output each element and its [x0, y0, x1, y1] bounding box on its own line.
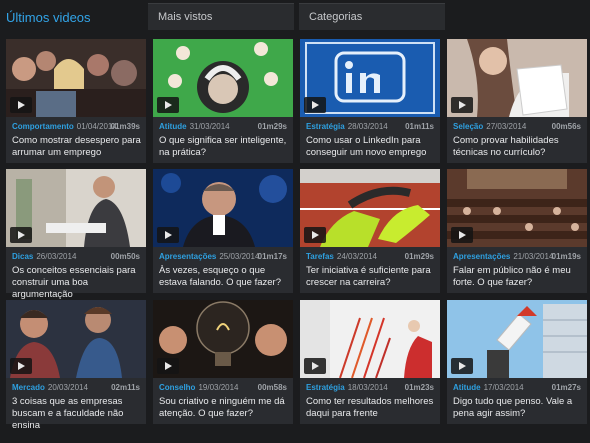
play-icon[interactable] [304, 97, 326, 113]
video-card[interactable]: Estratégia 18/03/2014 01m23s Como ter res… [300, 300, 440, 424]
video-title[interactable]: Como provar habilidades técnicas no curr… [453, 135, 583, 159]
video-card[interactable]: Conselho 19/03/2014 00m58s Sou criativo e… [153, 300, 293, 424]
video-card[interactable]: Estratégia 28/03/2014 01m11s Como usar o … [300, 39, 440, 163]
video-meta: Conselho 19/03/2014 00m58s [159, 383, 287, 393]
tab-ultimos-videos[interactable]: Últimos videos [0, 4, 144, 31]
play-icon[interactable] [10, 97, 32, 113]
video-thumbnail[interactable] [447, 169, 587, 247]
video-card[interactable]: Atitude 31/03/2014 01m29s O que significa… [153, 39, 293, 163]
video-card[interactable]: Tarefas 24/03/2014 01m29s Ter iniciativa … [300, 169, 440, 293]
video-thumbnail[interactable] [447, 39, 587, 117]
video-meta: Comportamento 01/04/2014 01m39s [12, 122, 140, 132]
video-card[interactable]: Atitude 17/03/2014 01m27s Digo tudo que p… [447, 300, 587, 424]
video-title[interactable]: Falar em público não é meu forte. O que … [453, 265, 583, 289]
video-thumbnail[interactable] [300, 39, 440, 117]
video-meta: Mercado 20/03/2014 02m11s [12, 383, 140, 393]
video-meta: Estratégia 18/03/2014 01m23s [306, 383, 434, 393]
play-icon[interactable] [10, 358, 32, 374]
video-category[interactable]: Atitude [159, 122, 187, 131]
video-title[interactable]: Os conceitos essenciais para construir u… [12, 265, 142, 301]
video-date: 31/03/2014 [189, 122, 230, 131]
video-title[interactable]: Como usar o LinkedIn para conseguir um n… [306, 135, 436, 159]
video-meta: Dicas 26/03/2014 00m50s [12, 252, 140, 262]
video-date: 20/03/2014 [47, 383, 88, 392]
video-date: 25/03/2014 [219, 252, 260, 261]
video-category[interactable]: Conselho [159, 383, 195, 392]
play-icon[interactable] [451, 358, 473, 374]
video-meta: Atitude 31/03/2014 01m29s [159, 122, 287, 132]
video-card[interactable]: Comportamento 01/04/2014 01m39s Como most… [6, 39, 146, 163]
video-meta: Apresentações 21/03/2014 01m19s [453, 252, 581, 262]
video-title[interactable]: Digo tudo que penso. Vale a pena agir as… [453, 396, 583, 420]
video-thumbnail[interactable] [153, 39, 293, 117]
video-category[interactable]: Estratégia [306, 122, 345, 131]
video-duration: 01m11s [405, 122, 434, 131]
video-thumbnail[interactable] [6, 300, 146, 378]
video-card[interactable]: Mercado 20/03/2014 02m11s 3 coisas que as… [6, 300, 146, 431]
video-date: 17/03/2014 [483, 383, 524, 392]
video-duration: 00m56s [551, 122, 581, 131]
video-card[interactable]: Apresentações 21/03/2014 01m19s Falar em … [447, 169, 587, 293]
video-category[interactable]: Apresentações [453, 252, 510, 261]
video-thumbnail[interactable] [447, 300, 587, 378]
video-duration: 01m23s [404, 383, 434, 392]
video-thumbnail[interactable] [6, 39, 146, 117]
play-icon[interactable] [10, 227, 32, 243]
video-date: 28/03/2014 [347, 122, 388, 131]
video-category[interactable]: Atitude [453, 383, 481, 392]
tab-categorias[interactable]: Categorias [299, 3, 445, 30]
video-thumbnail[interactable] [153, 300, 293, 378]
video-duration: 01m39s [110, 122, 140, 131]
video-card[interactable]: Seleção 27/03/2014 00m56s Como provar hab… [447, 39, 587, 163]
play-icon[interactable] [451, 227, 473, 243]
video-meta: Apresentações 25/03/2014 01m17s [159, 252, 287, 262]
video-duration: 01m29s [404, 252, 434, 261]
video-card[interactable]: Apresentações 25/03/2014 01m17s Às vezes,… [153, 169, 293, 293]
video-category[interactable]: Apresentações [159, 252, 216, 261]
video-title[interactable]: 3 coisas que as empresas buscam e a facu… [12, 396, 142, 432]
video-date: 18/03/2014 [347, 383, 388, 392]
video-date: 27/03/2014 [486, 122, 527, 131]
video-duration: 02m11s [111, 383, 140, 392]
video-date: 26/03/2014 [36, 252, 77, 261]
video-category[interactable]: Mercado [12, 383, 45, 392]
video-category[interactable]: Comportamento [12, 122, 74, 131]
video-thumbnail[interactable] [300, 169, 440, 247]
tab-bar: Últimos videos Mais vistos Categorias [0, 0, 590, 32]
video-duration: 00m58s [257, 383, 287, 392]
video-category[interactable]: Estratégia [306, 383, 345, 392]
video-meta: Tarefas 24/03/2014 01m29s [306, 252, 434, 262]
video-meta: Atitude 17/03/2014 01m27s [453, 383, 581, 393]
video-thumbnail[interactable] [153, 169, 293, 247]
video-title[interactable]: Sou criativo e ninguém me dá atenção. O … [159, 396, 289, 420]
video-duration: 01m17s [257, 252, 287, 261]
video-date: 24/03/2014 [336, 252, 377, 261]
video-meta: Seleção 27/03/2014 00m56s [453, 122, 581, 132]
play-icon[interactable] [157, 97, 179, 113]
video-title[interactable]: Às vezes, esqueço o que estava falando. … [159, 265, 289, 289]
video-duration: 01m27s [551, 383, 581, 392]
play-icon[interactable] [304, 358, 326, 374]
tab-mais-vistos[interactable]: Mais vistos [148, 3, 294, 30]
video-duration: 00m50s [110, 252, 140, 261]
video-category[interactable]: Seleção [453, 122, 483, 131]
video-duration: 01m19s [551, 252, 581, 261]
video-card[interactable]: Dicas 26/03/2014 00m50s Os conceitos esse… [6, 169, 146, 300]
video-duration: 01m29s [257, 122, 287, 131]
play-icon[interactable] [157, 358, 179, 374]
video-thumbnail[interactable] [6, 169, 146, 247]
play-icon[interactable] [451, 97, 473, 113]
video-title[interactable]: Como mostrar desespero para arrumar um e… [12, 135, 142, 159]
play-icon[interactable] [157, 227, 179, 243]
video-title[interactable]: Como ter resultados melhores daqui para … [306, 396, 436, 420]
video-meta: Estratégia 28/03/2014 01m11s [306, 122, 434, 132]
video-title[interactable]: Ter iniciativa é suficiente para crescer… [306, 265, 436, 289]
video-category[interactable]: Dicas [12, 252, 33, 261]
video-title[interactable]: O que significa ser inteligente, na prát… [159, 135, 289, 159]
video-category[interactable]: Tarefas [306, 252, 334, 261]
play-icon[interactable] [304, 227, 326, 243]
video-thumbnail[interactable] [300, 300, 440, 378]
video-date: 21/03/2014 [513, 252, 554, 261]
video-date: 19/03/2014 [198, 383, 239, 392]
